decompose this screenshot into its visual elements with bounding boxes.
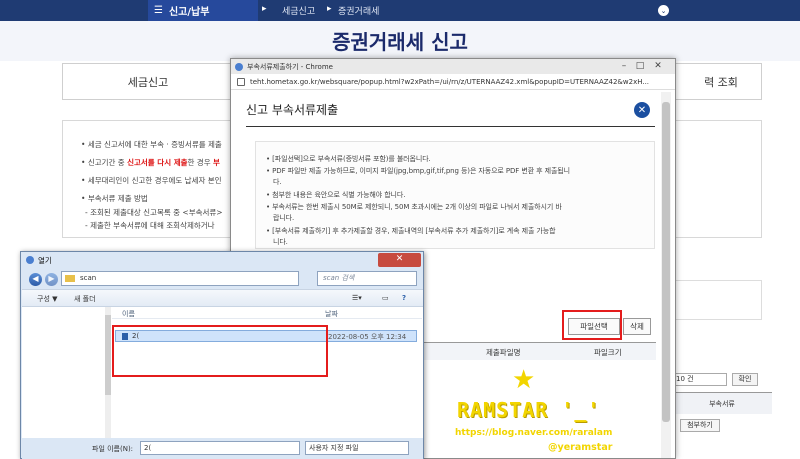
breadcrumb-securities-tax[interactable]: 증권거래세 bbox=[338, 0, 379, 21]
close-icon[interactable]: ✕ bbox=[378, 253, 421, 267]
info-line: • 부속서류 제출 방법 bbox=[81, 194, 148, 203]
guide-line: 다. bbox=[273, 178, 282, 186]
guide-line: • [부속서류 제출하기] 후 추가제출할 경우, 제출내역의 [부속서류 추가… bbox=[266, 227, 556, 235]
guide-line: • 부속서류는 한번 제출시 50M로 제한되니, 50M 초과시에는 2개 이… bbox=[266, 203, 562, 211]
menu-button[interactable]: ☰ 신고/납부 bbox=[148, 0, 258, 21]
chrome-icon bbox=[26, 256, 34, 264]
path-box[interactable]: scan bbox=[61, 271, 299, 286]
attach-button[interactable]: 첨부하기 bbox=[680, 419, 720, 432]
watermark-handle: @yeramstar bbox=[548, 442, 613, 453]
attach-col-header: 부속서류 bbox=[672, 392, 772, 414]
minimize-icon[interactable]: – bbox=[617, 59, 631, 73]
highlight-box bbox=[562, 310, 622, 340]
popup-window-title: 부속서류제출하기 - Chrome bbox=[247, 62, 333, 71]
breadcrumb-tax-report[interactable]: 세금신고 bbox=[282, 0, 315, 21]
help-icon[interactable]: ? bbox=[402, 294, 406, 302]
folder-icon bbox=[65, 275, 75, 282]
page-title: 증권거래세 신고 bbox=[332, 30, 468, 54]
chrome-icon bbox=[235, 62, 243, 71]
back-icon[interactable]: ◀ bbox=[29, 272, 42, 286]
crumb-arrow-icon: ▸ bbox=[262, 4, 267, 14]
pager: 10 건 확인 bbox=[672, 373, 792, 387]
url-bar[interactable]: teht.hometax.go.kr/websquare/popup.html?… bbox=[231, 74, 675, 90]
nav-scrollbar[interactable] bbox=[105, 307, 111, 438]
pane-icon[interactable]: ▭ bbox=[382, 294, 389, 302]
chevron-down-icon[interactable]: ⌄ bbox=[658, 5, 669, 16]
address-bar: ◀ ▶ scan scan 검색 bbox=[29, 270, 421, 288]
lock-icon bbox=[237, 77, 245, 86]
info-line: • 세금 신고서에 대한 부속 · 증빙서류를 제출 bbox=[81, 140, 222, 149]
info-line: - 제출한 부속서류에 대해 조회삭제하거나 bbox=[85, 221, 215, 230]
file-column-header: 이름 날짜 bbox=[112, 307, 422, 319]
close-icon[interactable]: ✕ bbox=[651, 59, 665, 73]
watermark-blog-url: https://blog.naver.com/raralam bbox=[455, 428, 613, 438]
highlight-box bbox=[112, 325, 328, 377]
right-panel bbox=[672, 280, 762, 320]
filename-input[interactable]: 2( bbox=[140, 441, 300, 455]
dialog-title: 신고 부속서류제출 bbox=[246, 103, 339, 117]
url-text: teht.hometax.go.kr/websquare/popup.html?… bbox=[250, 77, 650, 86]
guide-line: • PDF 파일만 제출 가능하므로, 이미지 파일(jpg,bmp,gif,t… bbox=[266, 167, 570, 175]
file-type-select[interactable]: 사용자 지정 파일 bbox=[305, 441, 409, 455]
search-placeholder: scan 검색 bbox=[323, 274, 355, 282]
forward-icon[interactable]: ▶ bbox=[45, 272, 58, 286]
hamburger-icon: ☰ bbox=[154, 5, 163, 16]
info-line: - 조회된 제출대상 신고목록 중 <부속서류> bbox=[85, 208, 223, 217]
delete-button[interactable]: 삭제 bbox=[623, 318, 651, 335]
popup-titlebar: 부속서류제출하기 - Chrome bbox=[231, 59, 675, 74]
col-filesize: 파일크기 bbox=[594, 348, 622, 357]
watermark-name: RAMSTAR '_' bbox=[457, 398, 601, 422]
view-icon[interactable]: ☰▾ bbox=[352, 294, 362, 302]
col-date[interactable]: 날짜 bbox=[325, 309, 338, 319]
navigation-pane[interactable] bbox=[22, 307, 111, 438]
popup-scrollbar[interactable] bbox=[661, 92, 671, 458]
file-date: 2022-08-05 오후 12:34 bbox=[328, 333, 407, 341]
info-line: • 신고기간 중 신고서를 다시 제출한 경우 부 bbox=[81, 158, 220, 167]
confirm-button[interactable]: 확인 bbox=[732, 373, 758, 386]
page-size-select[interactable]: 10 건 bbox=[672, 373, 727, 386]
file-dialog-title: 열기 bbox=[38, 255, 52, 265]
tab-tax-report[interactable]: 세금신고 bbox=[63, 64, 233, 99]
new-folder-button[interactable]: 새 폴더 bbox=[74, 294, 96, 304]
menu-label: 신고/납부 bbox=[168, 7, 210, 18]
top-nav: ☰ 신고/납부 ▸ 세금신고 ▸ 증권거래세 ⌄ bbox=[0, 0, 800, 21]
scroll-thumb[interactable] bbox=[662, 102, 670, 422]
filename-label: 파일 이름(N): bbox=[92, 445, 134, 453]
info-line: • 세무대리인이 신고한 경우에도 납세자 본인 bbox=[81, 176, 222, 185]
col-filename: 제출파일명 bbox=[486, 348, 521, 357]
close-icon[interactable]: ✕ bbox=[634, 102, 650, 118]
file-dialog-footer: 파일 이름(N): 2( 사용자 지정 파일 bbox=[22, 438, 423, 459]
tab-history[interactable]: 력 조회 bbox=[681, 64, 761, 99]
maximize-icon[interactable]: □ bbox=[633, 59, 647, 73]
divider bbox=[246, 126, 655, 127]
guide-line: • 첨부한 내용은 육안으로 식별 가능해야 합니다. bbox=[266, 191, 406, 199]
search-input[interactable]: scan 검색 bbox=[317, 271, 417, 286]
scroll-thumb[interactable] bbox=[105, 315, 111, 395]
guide-line: 니다. bbox=[273, 238, 288, 246]
guide-line: • [파일선택]으로 부속서류(증빙서류 포함)를 불러옵니다. bbox=[266, 155, 431, 163]
crumb-arrow-icon: ▸ bbox=[327, 4, 332, 14]
star-icon: ★ bbox=[512, 365, 536, 395]
file-toolbar: 구성 ▼ 새 폴더 ☰▾ ▭ ? bbox=[22, 289, 423, 307]
file-table-header: 제출파일명 파일크기 bbox=[416, 342, 656, 360]
file-dialog-titlebar: 열기 bbox=[21, 252, 423, 268]
col-name[interactable]: 이름 bbox=[122, 309, 135, 319]
path-text: scan bbox=[80, 274, 97, 282]
organize-button[interactable]: 구성 ▼ bbox=[37, 294, 58, 304]
guide-line: 랍니다. bbox=[273, 214, 295, 222]
guide-box: • [파일선택]으로 부속서류(증빙서류 포함)를 불러옵니다. • PDF 파… bbox=[255, 141, 655, 249]
